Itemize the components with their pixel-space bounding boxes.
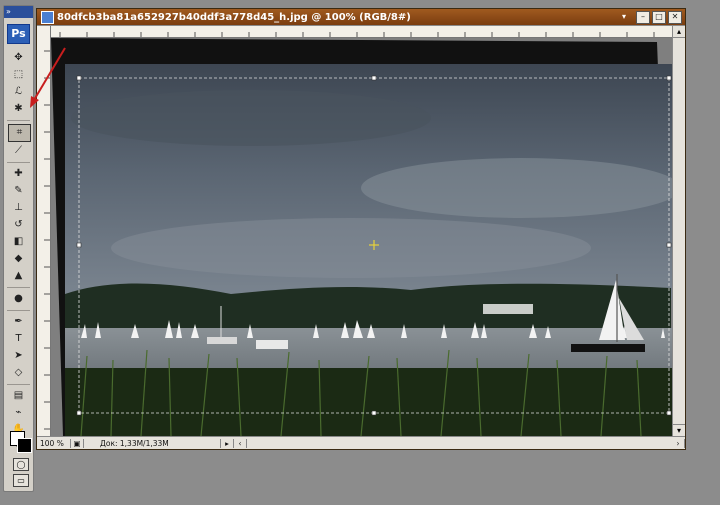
history-brush-tool-icon[interactable]: ↺	[8, 217, 29, 233]
brush-tool-icon[interactable]: ✎	[8, 183, 29, 199]
status-icon[interactable]: ▣	[71, 438, 84, 448]
document-title: 80dfcb3ba81a652927b40ddf3a778d45_h.jpg @…	[57, 11, 411, 23]
scroll-down-icon[interactable]: ▾	[673, 424, 685, 436]
clone-stamp-tool-icon[interactable]: ⊥	[8, 200, 29, 216]
healing-brush-tool-icon[interactable]: ✚	[8, 166, 29, 182]
shape-tool-icon[interactable]: ◇	[8, 365, 29, 381]
marquee-tool-icon[interactable]: ⬚	[8, 67, 29, 83]
status-bar: 100 % ▣ Док: 1,33M/1,33M ▸ ‹ ›	[37, 436, 685, 449]
slice-tool-icon[interactable]: ⟋	[8, 143, 29, 159]
screen-mode-icon[interactable]: ▭	[13, 474, 29, 487]
path-selection-tool-icon[interactable]: ➤	[8, 348, 29, 364]
canvas[interactable]	[51, 38, 672, 436]
crop-tool-icon[interactable]: ⌗	[8, 124, 31, 142]
toolbox-grip[interactable]: »	[4, 6, 33, 18]
toolbox-separator	[7, 384, 30, 385]
scroll-right-icon[interactable]: ›	[672, 438, 685, 448]
status-menu-arrow-icon[interactable]: ▸	[221, 438, 234, 448]
document-icon	[41, 10, 54, 24]
photoshop-logo[interactable]: Ps	[7, 24, 30, 44]
document-window: 80dfcb3ba81a652927b40ddf3a778d45_h.jpg @…	[36, 8, 686, 450]
blur-tool-icon[interactable]: ▲	[8, 268, 29, 284]
magic-wand-tool-icon[interactable]: ✱	[8, 101, 29, 117]
close-button[interactable]: ✕	[668, 10, 682, 24]
type-tool-icon[interactable]: T	[8, 331, 29, 347]
quick-mask-mode-icon[interactable]: ◯	[13, 458, 29, 471]
scroll-up-icon[interactable]: ▴	[673, 26, 685, 38]
toolbox: » Ps ✥⬚ℒ✱⌗⟋✚✎⊥↺◧◆▲●✒T➤◇▤⌁✋⚲ ◯ ▭	[3, 5, 34, 492]
toolbox-separator	[7, 310, 30, 311]
notes-tool-icon[interactable]: ▤	[8, 388, 29, 404]
toolbox-separator	[7, 162, 30, 163]
menu-arrow-icon[interactable]: ▾	[618, 12, 630, 23]
background-color-swatch[interactable]	[17, 438, 32, 453]
zoom-level[interactable]: 100 %	[37, 438, 71, 448]
minimize-button[interactable]: –	[636, 10, 650, 24]
vertical-scrollbar[interactable]: ▾ ▴	[672, 26, 685, 436]
dodge-tool-icon[interactable]: ●	[8, 291, 29, 307]
horizontal-ruler	[50, 26, 672, 38]
eyedropper-tool-icon[interactable]: ⌁	[8, 405, 29, 421]
scroll-left-icon[interactable]: ‹	[234, 438, 247, 448]
pen-tool-icon[interactable]: ✒	[8, 314, 29, 330]
eraser-tool-icon[interactable]: ◧	[8, 234, 29, 250]
photo-canvas[interactable]	[51, 38, 672, 436]
toolbox-separator	[7, 120, 30, 121]
document-size-info: Док: 1,33M/1,33M	[84, 438, 221, 448]
paint-bucket-tool-icon[interactable]: ◆	[8, 251, 29, 267]
toolbox-separator	[7, 287, 30, 288]
lasso-tool-icon[interactable]: ℒ	[8, 84, 29, 100]
move-tool-icon[interactable]: ✥	[8, 50, 29, 66]
vertical-ruler	[37, 26, 51, 436]
document-titlebar[interactable]: 80dfcb3ba81a652927b40ddf3a778d45_h.jpg @…	[37, 9, 685, 25]
maximize-button[interactable]: □	[652, 10, 666, 24]
